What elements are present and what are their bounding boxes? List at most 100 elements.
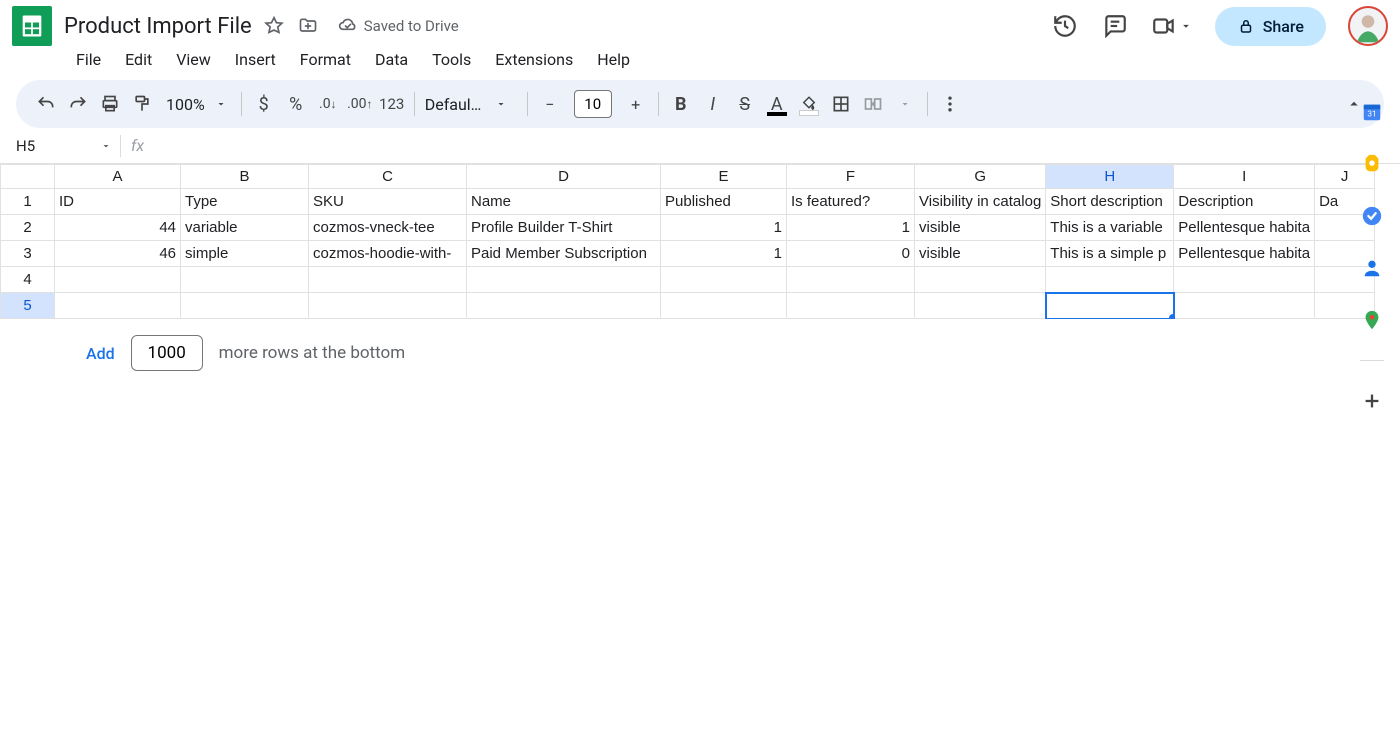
number-format-icon[interactable]: 123 [376, 88, 408, 120]
formula-input[interactable] [150, 134, 1400, 157]
column-header[interactable]: B [181, 165, 309, 189]
menu-insert[interactable]: Insert [225, 46, 286, 73]
redo-icon[interactable] [62, 88, 94, 120]
column-header[interactable]: D [467, 165, 661, 189]
cell[interactable]: visible [915, 241, 1046, 267]
cell[interactable] [1046, 293, 1174, 319]
cell[interactable]: Description [1174, 189, 1315, 215]
cell[interactable] [467, 267, 661, 293]
cell[interactable]: 1 [661, 215, 787, 241]
saved-to-drive[interactable]: Saved to Drive [338, 16, 459, 36]
share-button[interactable]: Share [1215, 7, 1326, 46]
fill-color-icon[interactable] [793, 88, 825, 120]
cell[interactable] [661, 293, 787, 319]
grid[interactable]: ABCDEFGHIJ1IDTypeSKUNamePublishedIs feat… [0, 164, 1400, 319]
name-box[interactable]: H5 [12, 137, 120, 155]
cell[interactable]: ID [55, 189, 181, 215]
cell[interactable] [1174, 293, 1315, 319]
menu-format[interactable]: Format [290, 46, 361, 73]
account-avatar[interactable] [1348, 6, 1388, 46]
cell[interactable]: visible [915, 215, 1046, 241]
column-header[interactable]: E [661, 165, 787, 189]
decrease-decimal-icon[interactable]: .0↓ [312, 88, 344, 120]
cell[interactable]: This is a variable [1046, 215, 1174, 241]
column-header[interactable]: I [1174, 165, 1315, 189]
select-all-corner[interactable] [1, 165, 55, 189]
contacts-icon[interactable] [1360, 256, 1384, 280]
cell[interactable]: simple [181, 241, 309, 267]
cell[interactable] [181, 267, 309, 293]
star-icon[interactable] [264, 16, 284, 36]
row-header[interactable]: 2 [1, 215, 55, 241]
column-header[interactable]: C [309, 165, 467, 189]
column-header[interactable]: A [55, 165, 181, 189]
print-icon[interactable] [94, 88, 126, 120]
menu-data[interactable]: Data [365, 46, 418, 73]
cell[interactable] [55, 267, 181, 293]
paint-format-icon[interactable] [126, 88, 158, 120]
cell[interactable]: Name [467, 189, 661, 215]
history-icon[interactable] [1051, 12, 1079, 40]
column-header[interactable]: H [1046, 165, 1174, 189]
cell[interactable] [661, 267, 787, 293]
font-size-input[interactable] [574, 90, 612, 118]
bold-icon[interactable]: B [665, 88, 697, 120]
cell[interactable] [787, 267, 915, 293]
selection-handle[interactable] [1169, 314, 1174, 319]
increase-decimal-icon[interactable]: .00↑ [344, 88, 376, 120]
cell[interactable]: This is a simple p [1046, 241, 1174, 267]
add-rows-input[interactable] [131, 335, 203, 371]
menu-extensions[interactable]: Extensions [485, 46, 583, 73]
more-icon[interactable] [934, 88, 966, 120]
cell[interactable] [787, 293, 915, 319]
add-rows-button[interactable]: Add [86, 344, 115, 363]
cell[interactable] [915, 293, 1046, 319]
increase-font-icon[interactable]: + [620, 88, 652, 120]
cell[interactable] [309, 267, 467, 293]
comments-icon[interactable] [1101, 12, 1129, 40]
cell[interactable]: Pellentesque habita [1174, 215, 1315, 241]
cell[interactable]: Profile Builder T-Shirt [467, 215, 661, 241]
keep-icon[interactable] [1360, 152, 1384, 176]
cell[interactable] [467, 293, 661, 319]
menu-view[interactable]: View [166, 46, 221, 73]
cell[interactable] [181, 293, 309, 319]
row-header[interactable]: 5 [1, 293, 55, 319]
zoom-select[interactable]: 100% [158, 95, 235, 114]
decrease-font-icon[interactable]: − [534, 88, 566, 120]
cell[interactable] [915, 267, 1046, 293]
row-header[interactable]: 4 [1, 267, 55, 293]
meet-button[interactable] [1151, 13, 1193, 39]
cell[interactable]: cozmos-hoodie-with- [309, 241, 467, 267]
cell[interactable]: Type [181, 189, 309, 215]
borders-icon[interactable] [825, 88, 857, 120]
maps-icon[interactable] [1360, 308, 1384, 332]
chevron-down-icon[interactable] [889, 88, 921, 120]
row-header[interactable]: 1 [1, 189, 55, 215]
strikethrough-icon[interactable]: S [729, 88, 761, 120]
text-color-icon[interactable]: A [761, 88, 793, 120]
cell[interactable]: Published [661, 189, 787, 215]
cell[interactable]: SKU [309, 189, 467, 215]
sheets-app-icon[interactable] [12, 6, 52, 46]
cell[interactable]: variable [181, 215, 309, 241]
currency-icon[interactable]: $ [248, 88, 280, 120]
cell[interactable]: 46 [55, 241, 181, 267]
menu-help[interactable]: Help [587, 46, 640, 73]
column-header[interactable]: F [787, 165, 915, 189]
cell[interactable] [309, 293, 467, 319]
cell[interactable]: 44 [55, 215, 181, 241]
calendar-icon[interactable]: 31 [1360, 100, 1384, 124]
cell[interactable]: 1 [661, 241, 787, 267]
cell[interactable]: Visibility in catalog [915, 189, 1046, 215]
cell[interactable]: 1 [787, 215, 915, 241]
cell[interactable]: cozmos-vneck-tee [309, 215, 467, 241]
menu-file[interactable]: File [66, 46, 111, 73]
cell[interactable]: Paid Member Subscription [467, 241, 661, 267]
cell[interactable]: Short description [1046, 189, 1174, 215]
undo-icon[interactable] [30, 88, 62, 120]
cell[interactable] [1046, 267, 1174, 293]
add-addon-icon[interactable] [1360, 389, 1384, 413]
tasks-icon[interactable] [1360, 204, 1384, 228]
font-family-select[interactable]: Defaul… [421, 95, 521, 114]
